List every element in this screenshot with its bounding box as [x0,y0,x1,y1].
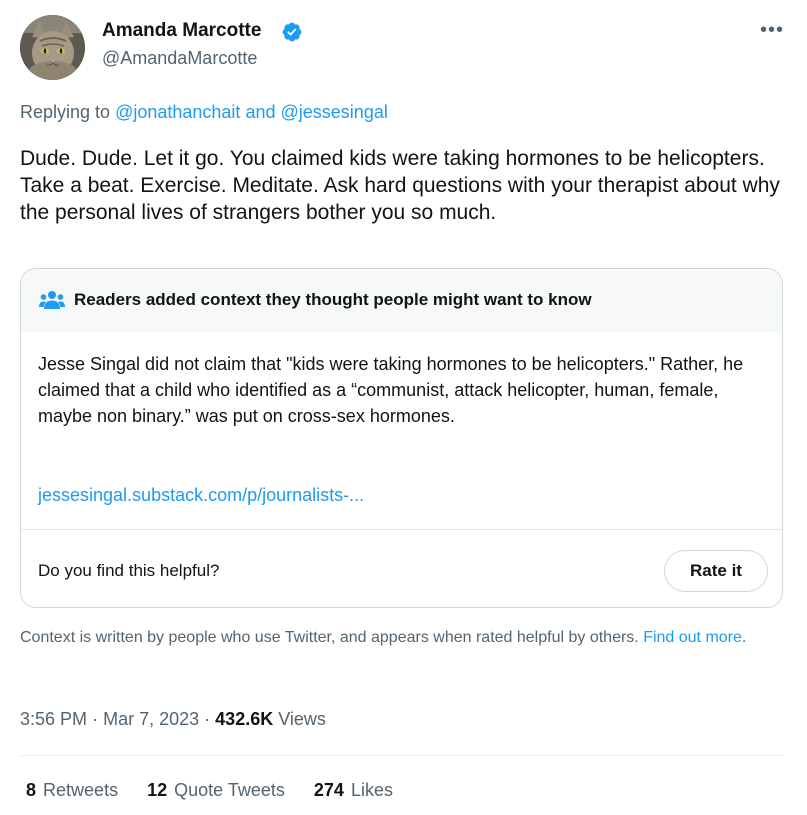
retweets-label: Retweets [43,780,119,800]
people-icon [39,291,65,309]
reply-prefix: Replying to [20,102,111,122]
meta-separator: · [92,709,99,729]
reply-conjunction: and [245,102,276,122]
retweets-count: 8 [26,780,37,800]
community-note-body: Jesse Singal did not claim that "kids we… [38,354,744,426]
context-info-end: . [741,629,747,646]
views-count: 432.6K [215,709,274,729]
verified-badge-icon [282,22,302,42]
mention-link-jonathanchait[interactable]: @jonathanchait [115,102,240,122]
more-horizontal-icon[interactable]: ••• [760,20,784,40]
reply-context: Replying to @jonathanchait and @jessesin… [20,102,388,123]
rate-it-button[interactable]: Rate it [664,550,768,592]
quote-tweets-count: 12 [147,780,168,800]
community-note-header: Readers added context they thought peopl… [21,269,782,332]
quote-tweets-label: Quote Tweets [174,780,285,800]
likes-count: 274 [313,780,344,800]
find-out-more-link[interactable]: Find out more [643,629,742,646]
author-display-name[interactable]: Amanda Marcotte [102,20,261,42]
retweets-stat[interactable]: 8 Retweets [26,780,118,801]
tweet-stats: 8 Retweets 12 Quote Tweets 274 Likes [26,780,417,801]
likes-stat[interactable]: 274 Likes [314,780,393,801]
community-note-source-link[interactable]: jessesingal.substack.com/p/journalists-.… [38,485,364,506]
views-label: Views [278,709,326,729]
helpful-question: Do you find this helpful? [38,561,220,580]
tweet-time[interactable]: 3:56 PM [20,709,87,729]
stats-divider [20,755,784,756]
author-handle[interactable]: @AmandaMarcotte [102,48,257,69]
tweet-text: Dude. Dude. Let it go. You claimed kids … [20,147,780,224]
community-note-card: Readers added context they thought peopl… [20,268,783,608]
mention-link-jessesingal[interactable]: @jessesingal [281,102,388,122]
context-info-text: Context is written by people who use Twi… [20,629,639,646]
community-note-divider [21,529,782,530]
tweet-date[interactable]: Mar 7, 2023 [103,709,199,729]
tweet-meta: 3:56 PM · Mar 7, 2023 · 432.6K Views [20,709,326,730]
likes-label: Likes [350,780,393,800]
meta-separator: · [204,709,211,729]
community-note-title: Readers added context they thought peopl… [74,290,592,309]
avatar-cat-image [20,15,85,80]
quote-tweets-stat[interactable]: 12 Quote Tweets [147,780,285,801]
avatar[interactable] [20,15,85,80]
context-info: Context is written by people who use Twi… [20,626,780,649]
